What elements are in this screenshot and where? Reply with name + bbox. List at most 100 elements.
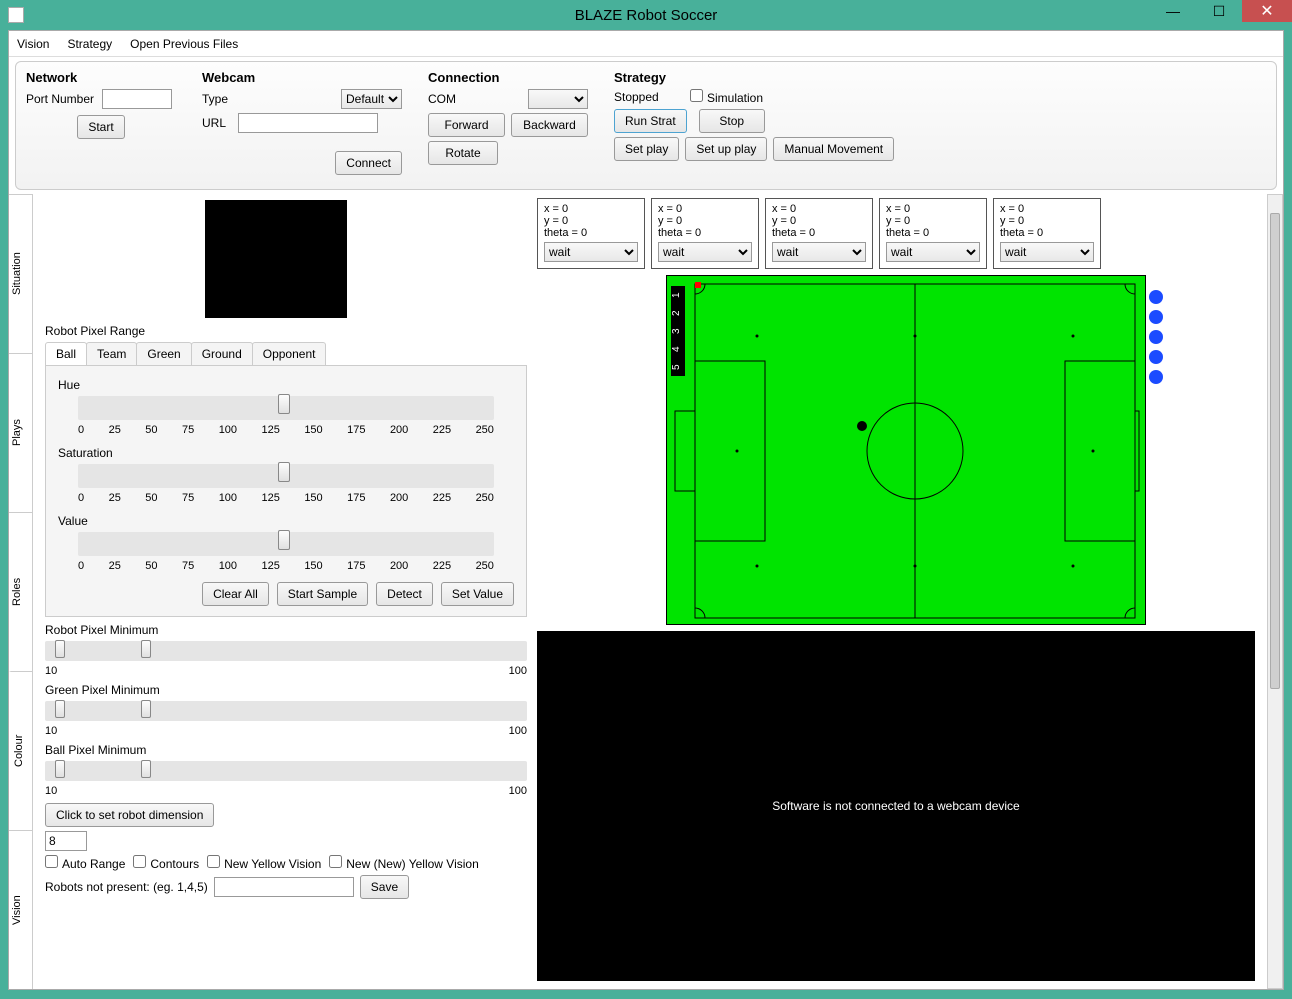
robot-box-4: x = 0 y = 0 theta = 0 wait [879, 198, 987, 269]
auto-range-label[interactable]: Auto Range [45, 855, 125, 871]
backward-button[interactable]: Backward [511, 113, 588, 137]
field-robot-2: 2 [671, 304, 685, 322]
stop-button[interactable]: Stop [699, 109, 765, 133]
tab-ground[interactable]: Ground [191, 342, 253, 365]
strategy-section: Strategy Stopped Simulation Run Strat St… [614, 70, 1266, 179]
ball-min-slider[interactable] [45, 761, 527, 781]
java-icon [8, 7, 24, 23]
robot-x: x = 0 [1000, 203, 1094, 215]
strategy-heading: Strategy [614, 70, 1266, 85]
forward-button[interactable]: Forward [428, 113, 505, 137]
field-robot-1: 1 [671, 286, 685, 304]
tab-green[interactable]: Green [136, 342, 191, 365]
vertical-tabs: Situation Plays Roles Colour Vision [9, 194, 33, 989]
hue-label: Hue [58, 378, 514, 392]
vtab-situation[interactable]: Situation [9, 194, 32, 353]
url-input[interactable] [238, 113, 378, 133]
strategy-status: Stopped [614, 90, 684, 104]
robot-mode-dropdown[interactable]: wait [886, 242, 980, 262]
nnyv-checkbox[interactable] [329, 855, 342, 868]
nyv-checkbox[interactable] [207, 855, 220, 868]
robot-mode-dropdown[interactable]: wait [1000, 242, 1094, 262]
robot-mode-dropdown[interactable]: wait [658, 242, 752, 262]
nyv-label[interactable]: New Yellow Vision [207, 855, 321, 871]
auto-range-checkbox[interactable] [45, 855, 58, 868]
robot-theta: theta = 0 [772, 227, 866, 239]
maximize-button[interactable]: ☐ [1196, 0, 1242, 22]
tab-opponent[interactable]: Opponent [252, 342, 327, 365]
start-sample-button[interactable]: Start Sample [277, 582, 368, 606]
robot-y: y = 0 [1000, 215, 1094, 227]
contours-checkbox[interactable] [133, 855, 146, 868]
robot-box-5: x = 0 y = 0 theta = 0 wait [993, 198, 1101, 269]
menu-vision[interactable]: Vision [17, 37, 49, 51]
green-min-slider[interactable] [45, 701, 527, 721]
nnyv-label[interactable]: New (New) Yellow Vision [329, 855, 479, 871]
hue-slider[interactable] [78, 396, 494, 420]
start-button[interactable]: Start [77, 115, 124, 139]
vtab-roles[interactable]: Roles [9, 512, 32, 671]
camera-message: Software is not connected to a webcam de… [772, 799, 1019, 813]
rotate-button[interactable]: Rotate [428, 141, 498, 165]
vertical-scrollbar[interactable] [1267, 194, 1283, 989]
robot-y: y = 0 [658, 215, 752, 227]
opponent-dot [1149, 290, 1163, 304]
set-up-play-button[interactable]: Set up play [685, 137, 767, 161]
value-ticks: 0255075100125150175200225250 [78, 560, 494, 572]
detect-button[interactable]: Detect [376, 582, 433, 606]
robot-x: x = 0 [772, 203, 866, 215]
robot-x: x = 0 [544, 203, 638, 215]
robot-mode-dropdown[interactable]: wait [772, 242, 866, 262]
tab-team[interactable]: Team [86, 342, 137, 365]
dimension-input[interactable] [45, 831, 87, 851]
robot-min-slider[interactable] [45, 641, 527, 661]
menu-strategy[interactable]: Strategy [67, 37, 112, 51]
value-label: Value [58, 514, 514, 528]
menu-open-previous[interactable]: Open Previous Files [130, 37, 238, 51]
green-min-label: Green Pixel Minimum [45, 683, 527, 697]
left-pane: Robot Pixel Range Ball Team Green Ground… [33, 194, 533, 989]
field-robot-4: 4 [671, 340, 685, 358]
run-strat-button[interactable]: Run Strat [614, 109, 687, 133]
clear-all-button[interactable]: Clear All [202, 582, 269, 606]
manual-movement-button[interactable]: Manual Movement [773, 137, 894, 161]
close-button[interactable]: ✕ [1242, 0, 1292, 22]
simulation-checkbox-label[interactable]: Simulation [690, 89, 763, 105]
vtab-vision[interactable]: Vision [9, 830, 32, 989]
robot-y: y = 0 [886, 215, 980, 227]
minimize-button[interactable]: — [1150, 0, 1196, 22]
saturation-ticks: 0255075100125150175200225250 [78, 492, 494, 504]
soccer-field[interactable]: 1 2 3 4 5 [666, 275, 1146, 625]
connect-button[interactable]: Connect [335, 151, 402, 175]
contours-label[interactable]: Contours [133, 855, 199, 871]
save-button[interactable]: Save [360, 875, 409, 899]
com-dropdown[interactable] [528, 89, 588, 109]
port-number-label: Port Number [26, 92, 96, 106]
robot-status-row: x = 0 y = 0 theta = 0 waitx = 0 y = 0 th… [537, 198, 1275, 269]
simulation-checkbox[interactable] [690, 89, 703, 102]
field-robot-5: 5 [671, 358, 685, 376]
robot-theta: theta = 0 [886, 227, 980, 239]
type-dropdown[interactable]: Default [341, 89, 402, 109]
robots-not-present-input[interactable] [214, 877, 354, 897]
menubar: Vision Strategy Open Previous Files [9, 31, 1283, 57]
tab-ball[interactable]: Ball [45, 342, 87, 365]
opponent-dot [1149, 370, 1163, 384]
saturation-slider[interactable] [78, 464, 494, 488]
set-play-button[interactable]: Set play [614, 137, 679, 161]
set-dimension-button[interactable]: Click to set robot dimension [45, 803, 214, 827]
value-slider[interactable] [78, 532, 494, 556]
connection-heading: Connection [428, 70, 588, 85]
robot-theta: theta = 0 [658, 227, 752, 239]
robots-not-present-label: Robots not present: (eg. 1,4,5) [45, 880, 208, 894]
robot-theta: theta = 0 [544, 227, 638, 239]
vtab-plays[interactable]: Plays [9, 353, 32, 512]
robot-box-1: x = 0 y = 0 theta = 0 wait [537, 198, 645, 269]
pixel-range-label: Robot Pixel Range [45, 324, 527, 338]
port-number-input[interactable] [102, 89, 172, 109]
right-pane: x = 0 y = 0 theta = 0 waitx = 0 y = 0 th… [533, 194, 1283, 989]
robot-mode-dropdown[interactable]: wait [544, 242, 638, 262]
set-value-button[interactable]: Set Value [441, 582, 514, 606]
titlebar: BLAZE Robot Soccer — ☐ ✕ [0, 0, 1292, 30]
vtab-colour[interactable]: Colour [9, 671, 32, 830]
